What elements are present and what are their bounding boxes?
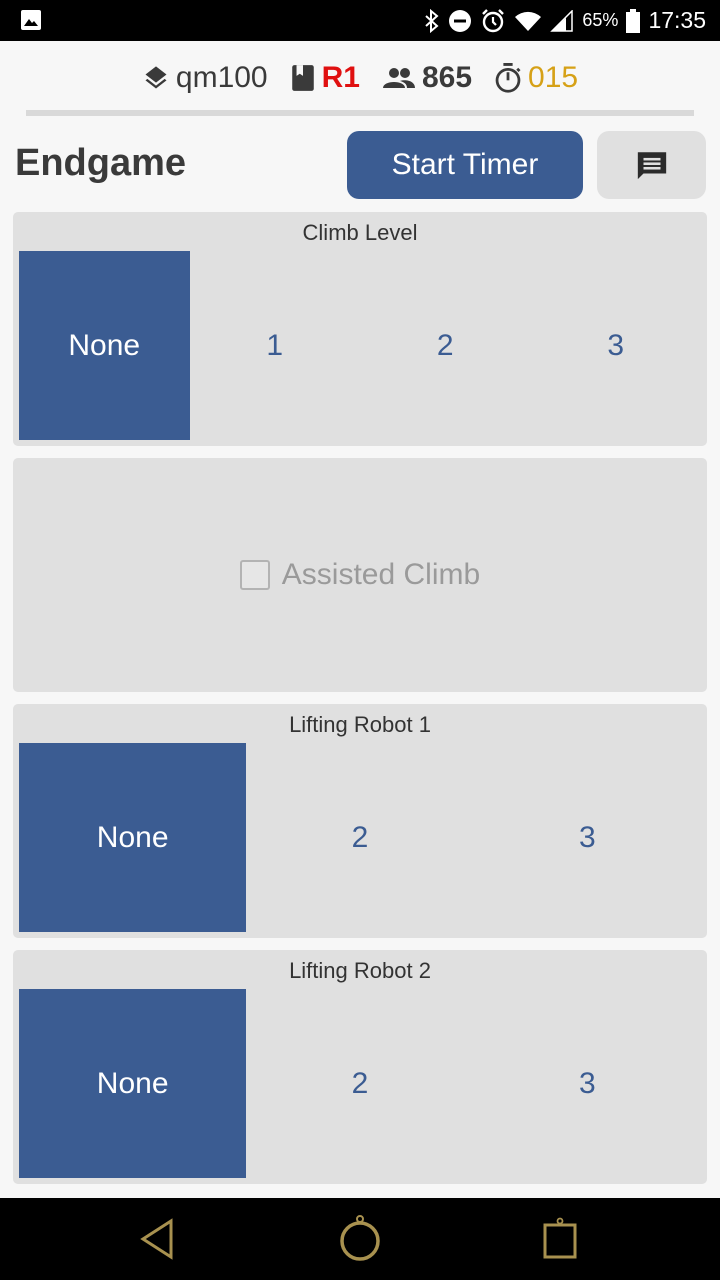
bluetooth-icon bbox=[425, 8, 439, 33]
back-triangle-icon bbox=[140, 1218, 173, 1260]
climb-option-none[interactable]: None bbox=[19, 251, 190, 440]
match-number: qm100 bbox=[175, 61, 268, 94]
page-title: Endgame bbox=[15, 142, 187, 184]
timer-info: 015 bbox=[494, 61, 578, 95]
climb-level-options: None 1 2 3 bbox=[19, 251, 701, 440]
assisted-climb-label: Assisted Climb bbox=[281, 558, 481, 591]
battery-icon bbox=[626, 8, 641, 33]
clock: 17:35 bbox=[648, 7, 706, 33]
lifting-robot-2-label: Lifting Robot 2 bbox=[289, 958, 431, 983]
nav-recents-button[interactable] bbox=[534, 1213, 586, 1265]
lifting2-option-3[interactable]: 3 bbox=[474, 989, 701, 1178]
recents-square-icon bbox=[543, 1217, 577, 1259]
timer-value: 015 bbox=[528, 61, 579, 94]
gallery-notification-icon bbox=[21, 10, 41, 30]
home-circle-icon bbox=[340, 1215, 380, 1261]
alarm-icon bbox=[482, 8, 505, 32]
group-icon bbox=[382, 68, 415, 88]
status-bar: 65% 17:35 bbox=[0, 0, 720, 41]
team-info: 865 bbox=[382, 61, 472, 95]
climb-option-1[interactable]: 1 bbox=[190, 251, 361, 440]
lifting-robot-2-options: None 2 3 bbox=[19, 989, 701, 1178]
assisted-climb-toggle[interactable]: Assisted Climb bbox=[13, 458, 707, 692]
lifting-robot-1-label: Lifting Robot 1 bbox=[289, 712, 431, 737]
match-info: qm100 bbox=[142, 61, 268, 95]
match-info-bar: qm100 R1 865 015 bbox=[0, 55, 720, 101]
layers-icon bbox=[145, 66, 167, 89]
climb-option-3[interactable]: 3 bbox=[531, 251, 702, 440]
comment-button[interactable] bbox=[597, 131, 706, 199]
team-number: 865 bbox=[421, 61, 473, 94]
book-icon bbox=[291, 65, 314, 91]
lifting1-option-3[interactable]: 3 bbox=[474, 743, 701, 932]
climb-level-label: Climb Level bbox=[302, 220, 418, 245]
lifting-robot-1-panel: Lifting Robot 1 None 2 3 bbox=[13, 704, 707, 938]
alliance-info: R1 bbox=[290, 61, 360, 95]
battery-percent: 65% bbox=[582, 10, 619, 30]
navigation-bar bbox=[0, 1198, 720, 1280]
comment-icon bbox=[637, 152, 666, 180]
wifi-icon bbox=[515, 11, 542, 31]
start-timer-button[interactable]: Start Timer bbox=[347, 131, 583, 199]
lifting2-option-2[interactable]: 2 bbox=[246, 989, 473, 1178]
lifting2-option-none[interactable]: None bbox=[19, 989, 247, 1178]
alliance-station: R1 bbox=[321, 61, 360, 94]
stopwatch-icon bbox=[495, 63, 521, 93]
lifting-robot-1-options: None 2 3 bbox=[19, 743, 701, 932]
lifting-robot-2-panel: Lifting Robot 2 None 2 3 bbox=[13, 950, 707, 1184]
climb-option-2[interactable]: 2 bbox=[360, 251, 531, 440]
climb-level-panel: Climb Level None 1 2 3 bbox=[13, 212, 707, 446]
do-not-disturb-icon bbox=[449, 9, 472, 32]
lifting1-option-2[interactable]: 2 bbox=[246, 743, 473, 932]
assisted-climb-checkbox[interactable] bbox=[239, 560, 270, 590]
signal-icon bbox=[550, 9, 574, 32]
nav-home-button[interactable] bbox=[334, 1213, 386, 1265]
nav-back-button[interactable] bbox=[132, 1213, 184, 1265]
lifting1-option-none[interactable]: None bbox=[19, 743, 247, 932]
progress-track bbox=[26, 110, 694, 116]
assisted-climb-panel: Assisted Climb bbox=[13, 458, 707, 692]
